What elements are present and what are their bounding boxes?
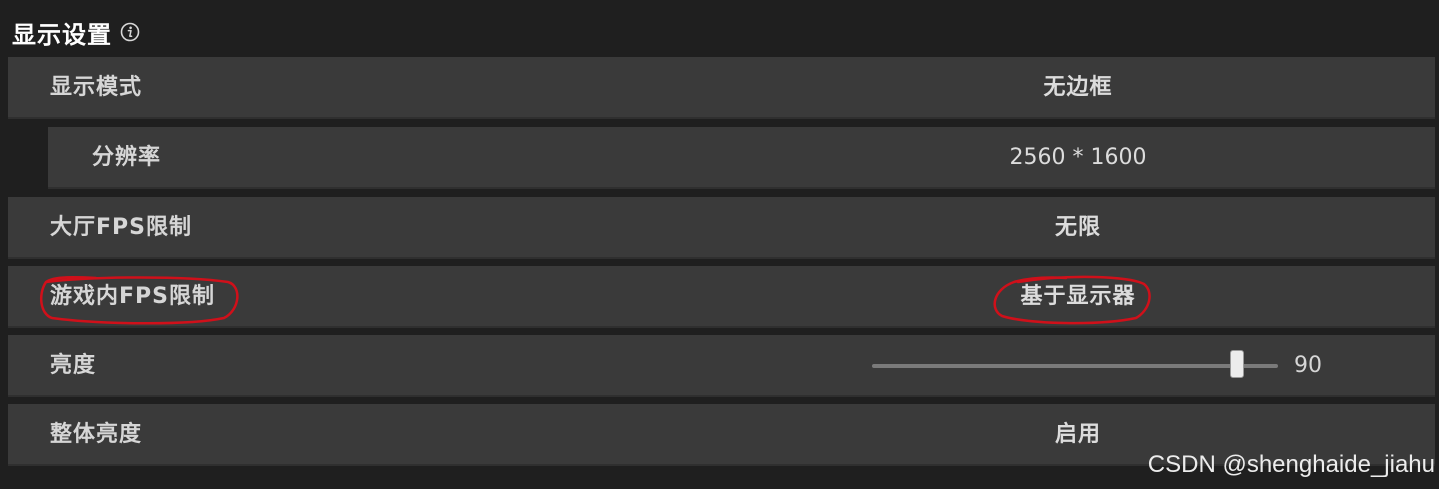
info-icon[interactable] [120, 22, 140, 42]
setting-value-resolution[interactable]: 2560 * 1600 [958, 127, 1198, 189]
brightness-value: 90 [1294, 353, 1322, 378]
brightness-slider[interactable] [872, 350, 1278, 378]
setting-label-lobby-fps: 大厅FPS限制 [50, 215, 192, 240]
setting-label-ingame-fps: 游戏内FPS限制 [50, 284, 215, 309]
setting-label-overall-brightness: 整体亮度 [50, 422, 143, 447]
setting-label-resolution: 分辨率 [92, 145, 162, 170]
setting-row-lobby-fps[interactable]: 大厅FPS限制 无限 [8, 197, 1435, 259]
setting-value-lobby-fps[interactable]: 无限 [958, 197, 1198, 259]
slider-track[interactable] [872, 364, 1278, 368]
setting-label-display-mode: 显示模式 [50, 75, 143, 100]
section-header: 显示设置 [12, 14, 140, 50]
setting-value-display-mode[interactable]: 无边框 [958, 57, 1198, 119]
setting-value-ingame-fps[interactable]: 基于显示器 [958, 266, 1198, 328]
setting-row-brightness: 亮度 90 [8, 335, 1435, 397]
setting-row-display-mode[interactable]: 显示模式 无边框 [8, 57, 1435, 119]
setting-row-resolution[interactable]: 分辨率 2560 * 1600 [48, 127, 1435, 189]
watermark: CSDN @shenghaide_jiahu [1147, 451, 1435, 478]
setting-label-brightness: 亮度 [50, 353, 97, 378]
section-title: 显示设置 [12, 20, 112, 49]
slider-thumb[interactable] [1230, 350, 1245, 378]
setting-row-ingame-fps[interactable]: 游戏内FPS限制 基于显示器 [8, 266, 1435, 328]
